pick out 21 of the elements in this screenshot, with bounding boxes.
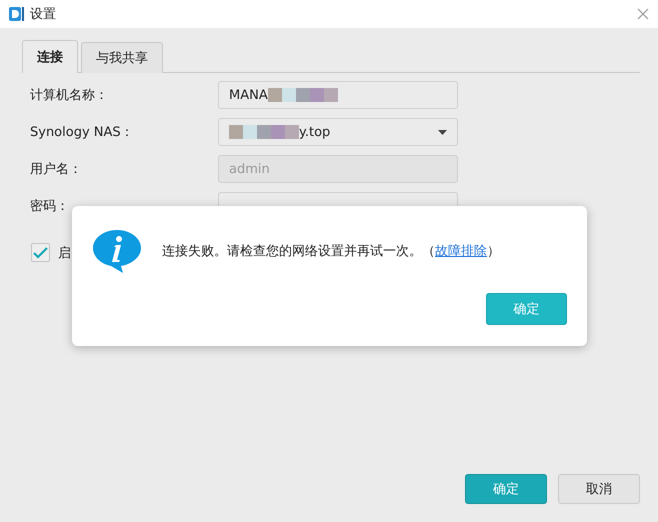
computer-name-field[interactable]: MANA: [218, 81, 458, 109]
error-message: 连接失败。请检查您的网络设置并再试一次。（故障排除）: [162, 243, 500, 260]
checkbox[interactable]: [31, 243, 50, 262]
field-value: MANA: [229, 88, 447, 102]
checkbox-label: 启: [58, 244, 71, 262]
field-value: y.top: [299, 124, 332, 140]
nas-dropdown[interactable]: y.top: [218, 118, 458, 146]
close-icon[interactable]: [636, 7, 650, 21]
cancel-button[interactable]: 取消: [558, 474, 640, 504]
field-value: admin: [229, 162, 271, 176]
caret-icon: [438, 130, 447, 134]
app-logo-icon: [8, 6, 24, 22]
tab[interactable]: 与我共享: [81, 42, 163, 73]
field-label: 用户名：: [30, 161, 83, 178]
field-label: Synology NAS：: [30, 124, 135, 141]
tab[interactable]: 连接: [22, 40, 78, 73]
window-title: 设置: [30, 6, 57, 23]
info-icon: [92, 228, 142, 274]
troubleshoot-link[interactable]: 故障排除: [435, 244, 487, 259]
field-label: 计算机名称：: [30, 87, 109, 104]
field-label: 密码：: [30, 198, 70, 215]
